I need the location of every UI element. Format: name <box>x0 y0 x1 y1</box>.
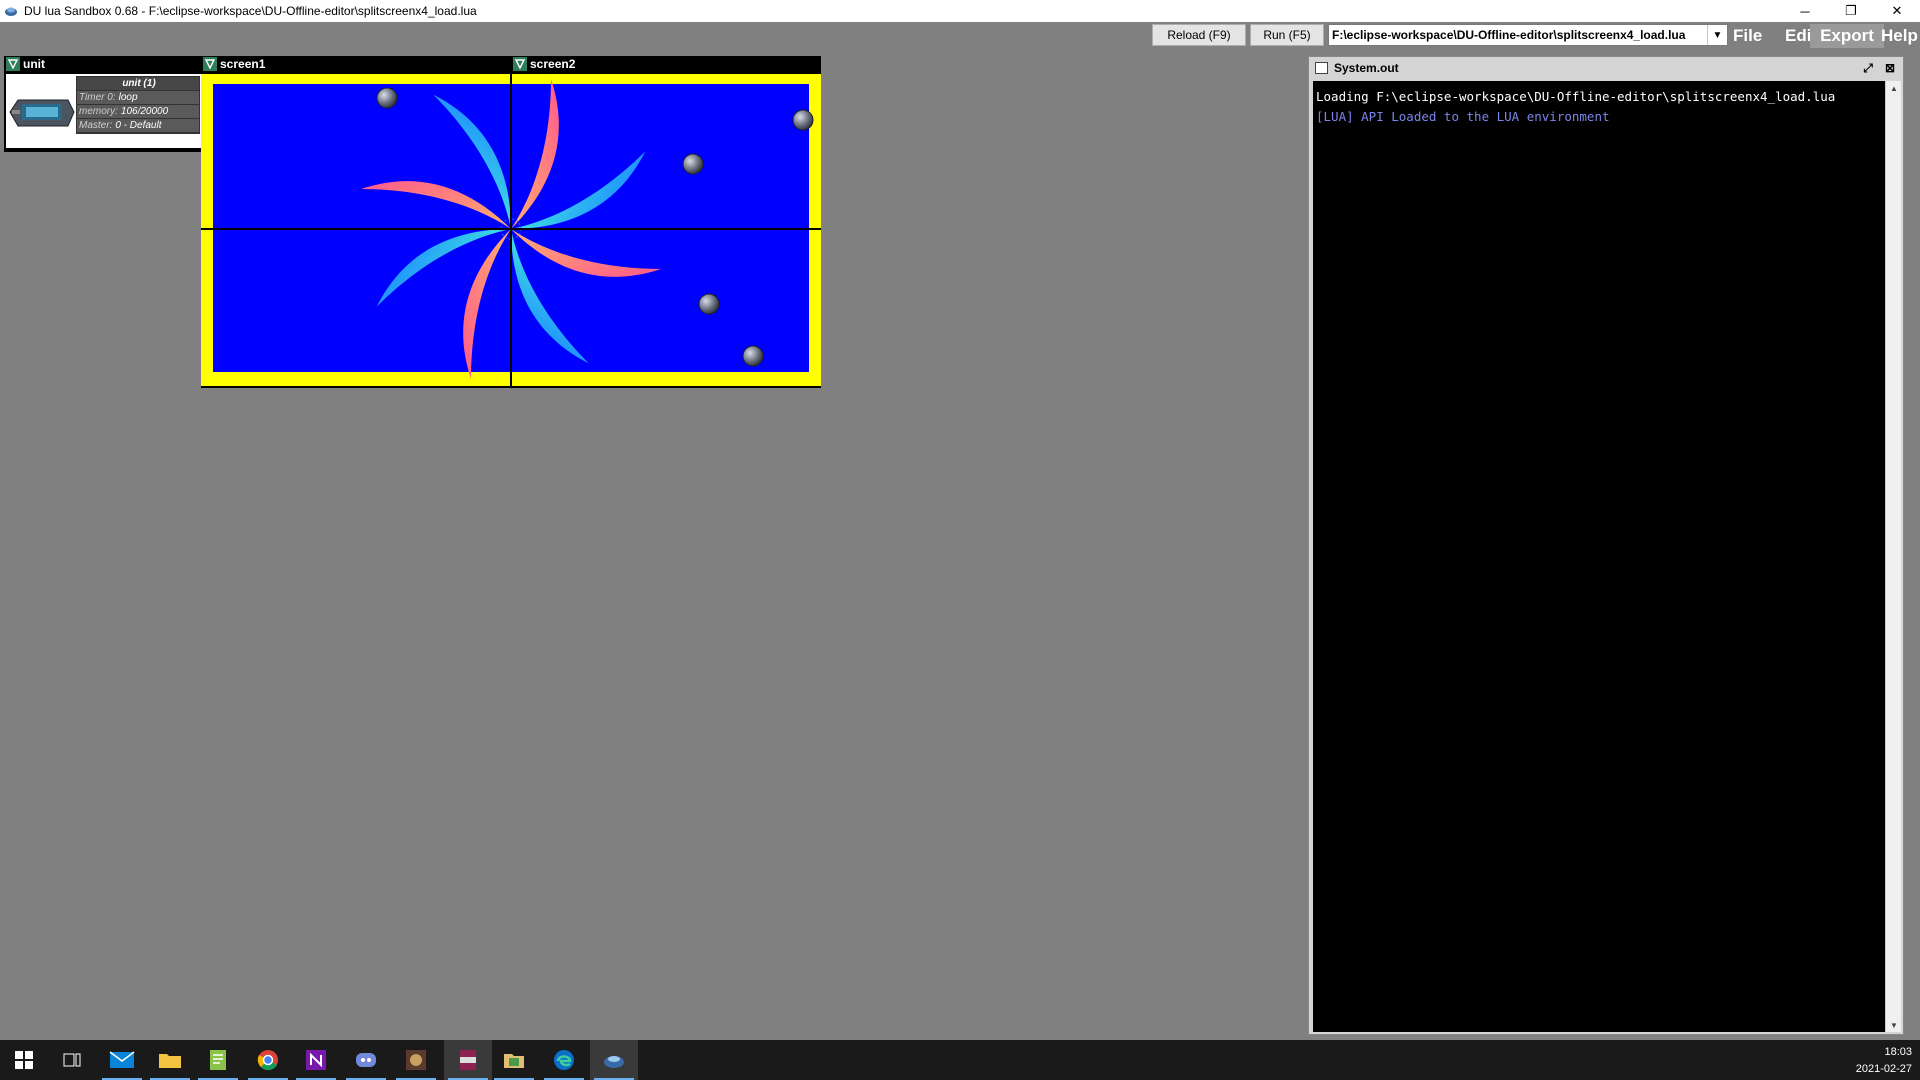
close-button[interactable]: ✕ <box>1874 0 1920 22</box>
ball <box>376 87 398 109</box>
maximize-icon[interactable]: ⤢ <box>1859 60 1877 76</box>
file-path-text: F:\eclipse-workspace\DU-Offline-editor\s… <box>1332 28 1686 42</box>
unit-info-row: Master: 0 - Default <box>77 119 199 133</box>
collapse-triangle-icon[interactable] <box>513 57 527 71</box>
ball <box>698 293 720 315</box>
file-path-combobox[interactable]: F:\eclipse-workspace\DU-Offline-editor\s… <box>1328 24 1728 46</box>
game-icon[interactable] <box>392 1040 440 1080</box>
taskbar: 18:03 2021-02-27 <box>0 1040 1920 1080</box>
window-icon <box>1315 62 1328 74</box>
menu-file[interactable]: File <box>1729 24 1766 48</box>
screen-render[interactable] <box>201 74 821 386</box>
onenote-icon[interactable] <box>292 1040 340 1080</box>
collapse-triangle-icon[interactable] <box>6 57 20 71</box>
collapse-triangle-icon[interactable] <box>203 57 217 71</box>
unit-info-table: unit (1) Timer 0: loop memory: 106/20000 M… <box>76 76 200 134</box>
restore-button[interactable]: ❐ <box>1828 0 1874 22</box>
screen1-header[interactable]: screen1 <box>201 56 509 72</box>
file-explorer-icon[interactable] <box>146 1040 194 1080</box>
ball <box>682 153 704 175</box>
system-out-header[interactable]: System.out ⤢ ⊠ <box>1309 57 1903 79</box>
control-unit-icon <box>9 99 75 127</box>
notepad-icon[interactable] <box>194 1040 242 1080</box>
unit-info-value: 106/20000 <box>120 106 169 117</box>
menu-help[interactable]: Help <box>1877 24 1920 48</box>
scroll-down-icon[interactable]: ▼ <box>1886 1018 1902 1032</box>
unit-info-value: 0 - Default <box>115 120 162 131</box>
toolbar: Reload (F9) Run (F5) F:\eclipse-workspac… <box>0 22 1920 48</box>
mail-icon[interactable] <box>98 1040 146 1080</box>
file-manager-icon[interactable] <box>490 1040 538 1080</box>
clock-time: 18:03 <box>1884 1046 1912 1058</box>
java-sandbox-icon[interactable] <box>590 1040 638 1080</box>
screen2-title: screen2 <box>530 57 576 71</box>
scroll-up-icon[interactable]: ▲ <box>1886 81 1902 95</box>
app-icon <box>5 7 17 16</box>
task-view-icon[interactable] <box>48 1040 96 1080</box>
close-icon[interactable]: ⊠ <box>1881 60 1899 76</box>
chrome-icon[interactable] <box>244 1040 292 1080</box>
minimize-button[interactable]: ─ <box>1782 0 1828 22</box>
unit-widget-header[interactable]: unit <box>4 56 204 72</box>
unit-info-row: Timer 0: loop <box>77 91 199 105</box>
system-out-title: System.out <box>1334 61 1399 75</box>
screen2-header[interactable]: screen2 <box>511 56 821 72</box>
console-output[interactable]: Loading F:\eclipse-workspace\DU-Offline-… <box>1313 81 1885 1032</box>
screen1-title: screen1 <box>220 57 266 71</box>
clock-date: 2021-02-27 <box>1855 1063 1912 1075</box>
windows-start-icon[interactable] <box>0 1040 48 1080</box>
run-button[interactable]: Run (F5) <box>1250 24 1324 46</box>
system-out-window[interactable]: System.out ⤢ ⊠ Loading F:\eclipse-worksp… <box>1308 56 1904 1035</box>
chevron-down-icon[interactable]: ▼ <box>1707 25 1727 45</box>
unit-info-key: memory: <box>79 106 118 117</box>
ball <box>792 109 814 131</box>
edge-icon[interactable] <box>540 1040 588 1080</box>
system-clock[interactable]: 18:03 2021-02-27 <box>1856 1044 1912 1078</box>
unit-info-key: Master: <box>79 120 113 131</box>
menu-export[interactable]: Export <box>1810 24 1884 48</box>
console-line: [LUA] API Loaded to the LUA environment <box>1316 109 1610 124</box>
discord-icon[interactable] <box>342 1040 390 1080</box>
window-title: DU lua Sandbox 0.68 - F:\eclipse-workspa… <box>24 4 477 18</box>
unit-widget-title: unit <box>23 57 45 71</box>
unit-info-row: memory: 106/20000 <box>77 105 199 119</box>
unit-info-title: unit (1) <box>77 77 199 91</box>
reload-button[interactable]: Reload (F9) <box>1152 24 1246 46</box>
unit-info-value: loop <box>118 92 138 103</box>
winrar-icon[interactable] <box>444 1040 492 1080</box>
ball <box>742 345 764 367</box>
screens-container: screen1 screen2 <box>201 56 821 388</box>
unit-info-key: Timer 0: <box>79 92 116 103</box>
console-line: Loading F:\eclipse-workspace\DU-Offline-… <box>1316 89 1836 104</box>
title-bar: DU lua Sandbox 0.68 - F:\eclipse-workspa… <box>0 0 1920 22</box>
vertical-scrollbar[interactable]: ▲ ▼ <box>1885 81 1901 1032</box>
